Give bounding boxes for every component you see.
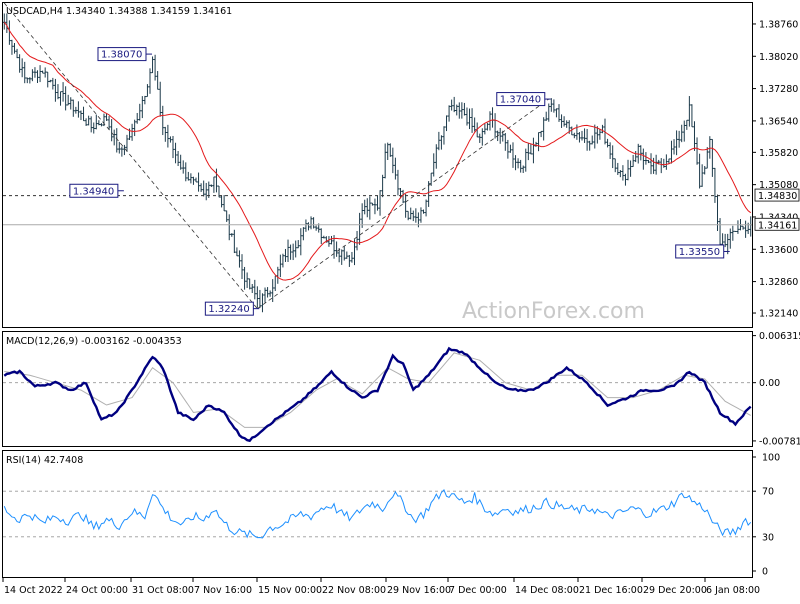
- annotation-label: 1.38070: [101, 50, 142, 61]
- y-tick-label: 1.37280: [759, 84, 798, 95]
- x-tick-label: 24 Oct 00:00: [66, 585, 128, 596]
- x-tick-label: 31 Oct 08:00: [132, 585, 194, 596]
- annotation-label: 1.34940: [73, 186, 114, 197]
- macd-header: MACD(12,26,9) -0.003162 -0.004353: [6, 336, 182, 347]
- annotation-label: 1.37040: [500, 95, 541, 106]
- rsi-y-tick-label: 0: [762, 567, 768, 578]
- rsi-y-tick-label: 70: [762, 487, 774, 498]
- x-tick-label: 6 Jan 08:00: [706, 585, 760, 596]
- y-tick-label: 1.33600: [759, 245, 798, 256]
- y-tick-label: 1.38760: [759, 19, 798, 30]
- forex-chart: ActionForex.com 1.38760 1.38020 1.37280 1.3…: [2, 2, 800, 596]
- x-tick-label: 29 Nov 16:00: [387, 585, 451, 596]
- rsi-panel-frame: [2, 450, 753, 578]
- x-tick-label: 14 Dec 08:00: [515, 585, 579, 596]
- annotation-label: 1.32240: [208, 304, 249, 315]
- y-tick-label: 1.38020: [759, 52, 798, 63]
- rsi-y-tick-label: 30: [762, 532, 774, 543]
- price-header: USDCAD,H4 1.34340 1.34388 1.34159 1.3416…: [6, 6, 232, 17]
- macd-y-tick-label: -0.007818: [759, 436, 800, 447]
- price-bar: [734, 230, 737, 233]
- x-axis: 14 Oct 2022 24 Oct 00:00 31 Oct 08:00 7 Nov…: [2, 577, 760, 596]
- macd-y-tick-label: 0.006315: [759, 331, 800, 342]
- resistance-price-tag: 1.34830: [758, 191, 797, 202]
- watermark: ActionForex.com: [462, 299, 645, 324]
- annotation-label: 1.33550: [679, 247, 720, 258]
- y-tick-label: 1.35820: [759, 148, 798, 159]
- x-tick-label: 21 Dec 16:00: [579, 585, 643, 596]
- x-tick-label: 7 Dec 00:00: [449, 585, 507, 596]
- x-tick-label: 7 Nov 16:00: [194, 585, 252, 596]
- y-tick-label: 1.32140: [759, 309, 798, 320]
- rsi-y-tick-label: 100: [762, 453, 780, 464]
- x-tick-label: 29 Dec 20:00: [643, 585, 707, 596]
- y-tick-label: 1.32860: [759, 277, 798, 288]
- macd-y-tick-label: 0.00: [759, 378, 780, 389]
- y-tick-label: 1.36540: [759, 116, 798, 127]
- current-price-tag: 1.34161: [758, 220, 797, 231]
- x-tick-label: 14 Oct 2022: [4, 585, 63, 596]
- rsi-header: RSI(14) 42.7408: [6, 455, 83, 466]
- x-tick-label: 22 Nov 08:00: [322, 585, 386, 596]
- x-tick-label: 15 Nov 00:00: [258, 585, 322, 596]
